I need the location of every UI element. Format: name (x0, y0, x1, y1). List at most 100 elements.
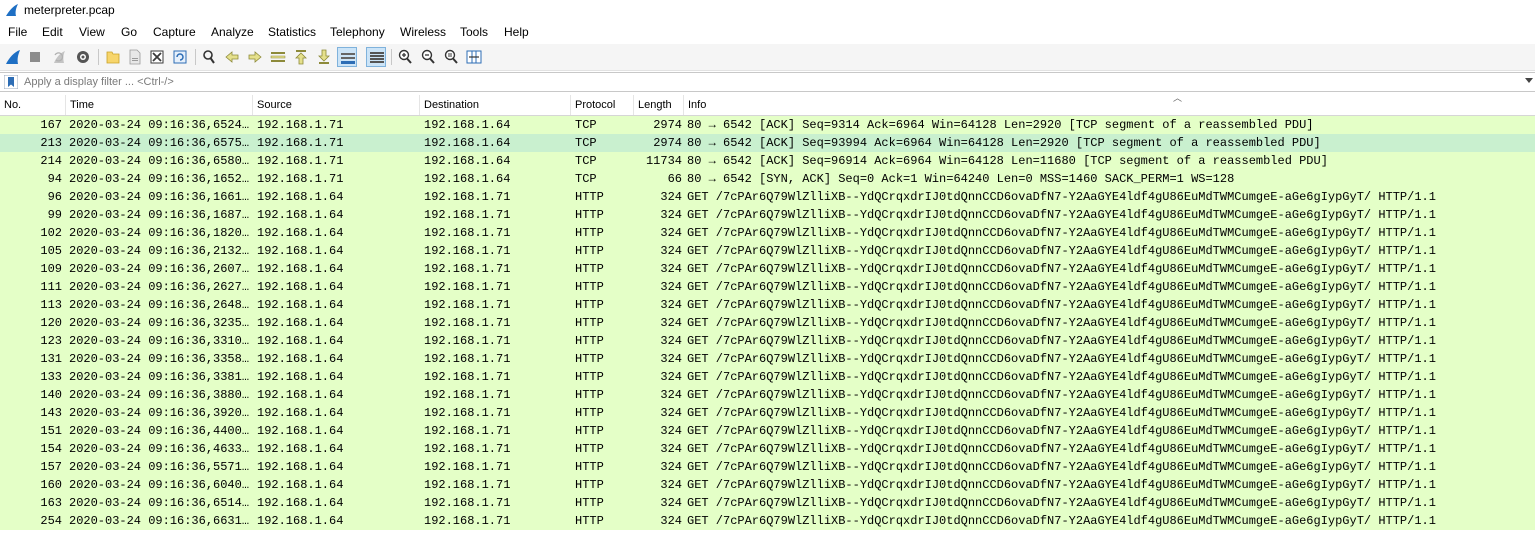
packet-destination-cell: 192.168.1.71 (424, 514, 511, 528)
packet-time-cell: 2020-03-24 09:16:36,1820… (69, 226, 250, 240)
menu-analyze[interactable]: Analyze (211, 25, 254, 39)
packet-row[interactable]: 157 2020-03-24 09:16:36,5571… 192.168.1.64… (0, 458, 1535, 476)
title-bar: meterpreter.pcap (0, 0, 1535, 22)
resize-columns-button[interactable] (464, 47, 484, 67)
zoom-normal-button[interactable] (441, 47, 461, 67)
zoom-in-button[interactable] (395, 47, 415, 67)
column-header-length[interactable]: Length (634, 95, 684, 115)
auto-scroll-button[interactable] (337, 47, 357, 67)
packet-length-cell: 2974 (653, 118, 682, 132)
packet-time-cell: 2020-03-24 09:16:36,6580… (69, 154, 250, 168)
packet-row[interactable]: 96 2020-03-24 09:16:36,1661… 192.168.1.64 1… (0, 188, 1535, 206)
packet-row[interactable]: 214 2020-03-24 09:16:36,6580… 192.168.1.71… (0, 152, 1535, 170)
packet-info-cell: GET /7cPAr6Q79WlZlliXB--YdQCrqxdrIJ0tdQn… (687, 388, 1436, 402)
packet-length-cell: 324 (660, 442, 682, 456)
arrow-down-icon (318, 49, 330, 64)
packet-row[interactable]: 140 2020-03-24 09:16:36,3880… 192.168.1.64… (0, 386, 1535, 404)
menu-file[interactable]: File (8, 25, 27, 39)
shark-fin-icon (6, 4, 18, 16)
packet-row[interactable]: 123 2020-03-24 09:16:36,3310… 192.168.1.64… (0, 332, 1535, 350)
packet-protocol-cell: HTTP (575, 334, 604, 348)
zoom-out-icon (421, 49, 435, 64)
packet-no-cell: 254 (40, 514, 62, 528)
packet-row[interactable]: 160 2020-03-24 09:16:36,6040… 192.168.1.64… (0, 476, 1535, 494)
colorize-button[interactable] (366, 47, 386, 67)
stop-capture-button[interactable] (25, 47, 45, 67)
packet-info-cell: GET /7cPAr6Q79WlZlliXB--YdQCrqxdrIJ0tdQn… (687, 280, 1436, 294)
menu-edit[interactable]: Edit (42, 25, 63, 39)
packet-source-cell: 192.168.1.71 (257, 172, 344, 186)
packet-source-cell: 192.168.1.64 (257, 424, 344, 438)
packet-length-cell: 324 (660, 496, 682, 510)
packet-source-cell: 192.168.1.64 (257, 478, 344, 492)
display-filter-input[interactable] (22, 73, 1526, 91)
menu-help[interactable]: Help (504, 25, 529, 39)
packet-row[interactable]: 163 2020-03-24 09:16:36,6514… 192.168.1.64… (0, 494, 1535, 512)
packet-time-cell: 2020-03-24 09:16:36,6575… (69, 136, 250, 150)
packet-row[interactable]: 120 2020-03-24 09:16:36,3235… 192.168.1.64… (0, 314, 1535, 332)
go-back-button[interactable] (222, 47, 242, 67)
menu-tools[interactable]: Tools (460, 25, 488, 39)
packet-length-cell: 11734 (645, 154, 682, 168)
packet-protocol-cell: TCP (575, 136, 597, 150)
packet-destination-cell: 192.168.1.64 (424, 136, 511, 150)
bookmark-icon[interactable] (4, 75, 18, 89)
open-file-button[interactable] (103, 47, 123, 67)
packet-row[interactable]: 102 2020-03-24 09:16:36,1820… 192.168.1.64… (0, 224, 1535, 242)
packet-protocol-cell: HTTP (575, 208, 604, 222)
column-header-time[interactable]: Time (66, 95, 253, 115)
column-header-source[interactable]: Source (253, 95, 420, 115)
close-file-button[interactable] (147, 47, 167, 67)
menu-wireless[interactable]: Wireless (400, 25, 446, 39)
packet-row[interactable]: 151 2020-03-24 09:16:36,4400… 192.168.1.64… (0, 422, 1535, 440)
packet-row[interactable]: 131 2020-03-24 09:16:36,3358… 192.168.1.64… (0, 350, 1535, 368)
go-last-button[interactable] (314, 47, 334, 67)
menu-statistics[interactable]: Statistics (268, 25, 316, 39)
packet-row[interactable]: 133 2020-03-24 09:16:36,3381… 192.168.1.64… (0, 368, 1535, 386)
packet-row[interactable]: 99 2020-03-24 09:16:36,1687… 192.168.1.64 1… (0, 206, 1535, 224)
packet-destination-cell: 192.168.1.71 (424, 460, 511, 474)
packet-info-cell: 80 → 6542 [SYN, ACK] Seq=0 Ack=1 Win=642… (687, 172, 1235, 186)
packet-row[interactable]: 105 2020-03-24 09:16:36,2132… 192.168.1.64… (0, 242, 1535, 260)
save-file-button[interactable] (125, 47, 145, 67)
menu-capture[interactable]: Capture (153, 25, 196, 39)
restart-capture-button[interactable] (49, 47, 69, 67)
packet-source-cell: 192.168.1.64 (257, 262, 344, 276)
go-forward-button[interactable] (245, 47, 265, 67)
packet-info-cell: GET /7cPAr6Q79WlZlliXB--YdQCrqxdrIJ0tdQn… (687, 478, 1436, 492)
filter-dropdown-arrow-icon[interactable] (1525, 78, 1533, 83)
find-packet-button[interactable] (199, 47, 219, 67)
menu-view[interactable]: View (79, 25, 105, 39)
packet-row[interactable]: 213 2020-03-24 09:16:36,6575… 192.168.1.71… (0, 134, 1535, 152)
packet-row[interactable]: 143 2020-03-24 09:16:36,3920… 192.168.1.64… (0, 404, 1535, 422)
toolbar-separator (391, 49, 392, 65)
packet-row[interactable]: 254 2020-03-24 09:16:36,6631… 192.168.1.64… (0, 512, 1535, 530)
reload-file-button[interactable] (170, 47, 190, 67)
packet-protocol-cell: HTTP (575, 352, 604, 366)
start-capture-button[interactable] (3, 47, 23, 67)
packet-row[interactable]: 167 2020-03-24 09:16:36,6524… 192.168.1.71… (0, 116, 1535, 134)
go-first-button[interactable] (291, 47, 311, 67)
packet-row[interactable]: 113 2020-03-24 09:16:36,2648… 192.168.1.64… (0, 296, 1535, 314)
packet-time-cell: 2020-03-24 09:16:36,1652… (69, 172, 250, 186)
auto-scroll-icon (341, 53, 355, 64)
column-header-info[interactable]: Info (684, 95, 1535, 115)
packet-info-cell: GET /7cPAr6Q79WlZlliXB--YdQCrqxdrIJ0tdQn… (687, 244, 1436, 258)
packet-row[interactable]: 111 2020-03-24 09:16:36,2627… 192.168.1.64… (0, 278, 1535, 296)
zoom-out-button[interactable] (418, 47, 438, 67)
packet-info-cell: GET /7cPAr6Q79WlZlliXB--YdQCrqxdrIJ0tdQn… (687, 298, 1436, 312)
packet-row[interactable]: 109 2020-03-24 09:16:36,2607… 192.168.1.64… (0, 260, 1535, 278)
packet-time-cell: 2020-03-24 09:16:36,3920… (69, 406, 250, 420)
column-header-destination[interactable]: Destination (420, 95, 571, 115)
column-header-no[interactable]: No. (0, 95, 66, 115)
column-header-protocol[interactable]: Protocol (571, 95, 634, 115)
go-to-packet-button[interactable] (268, 47, 288, 67)
packet-no-cell: 131 (40, 352, 62, 366)
display-filter-bar (0, 72, 1535, 92)
capture-options-button[interactable] (73, 47, 93, 67)
packet-row[interactable]: 154 2020-03-24 09:16:36,4633… 192.168.1.64… (0, 440, 1535, 458)
packet-row[interactable]: 94 2020-03-24 09:16:36,1652… 192.168.1.71 1… (0, 170, 1535, 188)
arrow-left-icon (225, 51, 239, 63)
menu-telephony[interactable]: Telephony (330, 25, 385, 39)
menu-go[interactable]: Go (121, 25, 137, 39)
